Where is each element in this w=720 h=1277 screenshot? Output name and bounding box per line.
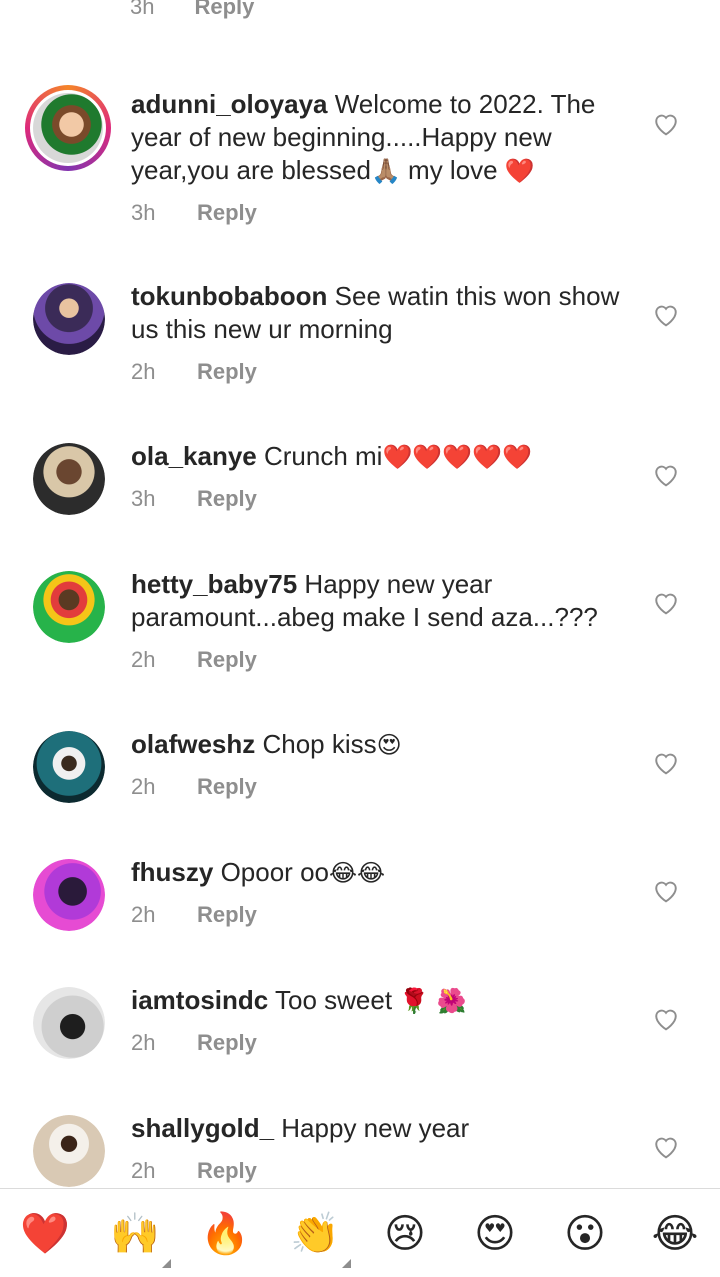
comment-username[interactable]: iamtosindc bbox=[131, 985, 268, 1015]
like-heart-icon[interactable] bbox=[653, 1007, 679, 1031]
comment-meta: 3h Reply bbox=[131, 486, 257, 512]
reply-button[interactable]: Reply bbox=[197, 774, 257, 800]
avatar[interactable] bbox=[33, 443, 105, 515]
like-heart-icon[interactable] bbox=[653, 463, 679, 487]
reply-button[interactable]: Reply bbox=[197, 1030, 257, 1056]
quick-reaction-bar: ❤️ 🙌 🔥 👏 😢 😍 😮 😂 bbox=[0, 1188, 720, 1277]
reply-button[interactable]: Reply bbox=[197, 647, 257, 673]
avatar[interactable] bbox=[33, 571, 105, 643]
flower-emoji: 🌹 🌺 bbox=[399, 987, 467, 1015]
comment-text: hetty_baby75 Happy new year paramount...… bbox=[131, 568, 631, 634]
comment-time: 3h bbox=[131, 486, 156, 511]
comment-time: 2h bbox=[131, 1030, 156, 1055]
avatar[interactable] bbox=[33, 1115, 105, 1187]
like-heart-icon[interactable] bbox=[653, 591, 679, 615]
comment-username[interactable]: hetty_baby75 bbox=[131, 569, 297, 599]
comment-text: shallygold_ Happy new year bbox=[131, 1112, 631, 1145]
skin-tone-indicator-icon bbox=[162, 1259, 171, 1268]
comment-text: adunni_oloyaya Welcome to 2022. The year… bbox=[131, 88, 631, 188]
comment-meta: 2h Reply bbox=[131, 647, 257, 673]
comment-time: 2h bbox=[131, 902, 156, 927]
comment-text: iamtosindc Too sweet 🌹 🌺 bbox=[131, 984, 631, 1018]
reaction-clapping-button[interactable]: 👏 bbox=[285, 1209, 345, 1259]
avatar[interactable] bbox=[33, 987, 105, 1059]
comment-username[interactable]: tokunbobaboon bbox=[131, 281, 327, 311]
comment-meta: 2h Reply bbox=[131, 774, 257, 800]
like-heart-icon[interactable] bbox=[653, 751, 679, 775]
comment-time: 2h bbox=[131, 647, 156, 672]
reply-button[interactable]: Reply bbox=[197, 200, 257, 226]
avatar[interactable] bbox=[33, 859, 105, 931]
previous-comment-meta: 3h Reply bbox=[0, 0, 720, 36]
like-heart-icon[interactable] bbox=[653, 1135, 679, 1159]
comment-text: olafweshz Chop kiss😍 bbox=[131, 728, 631, 762]
comment-body: Happy new year bbox=[281, 1113, 470, 1143]
heart-eyes-emoji: 😍 bbox=[376, 731, 402, 759]
comment-body-2: my love bbox=[400, 155, 505, 185]
comment-body: Crunch mi bbox=[263, 441, 383, 471]
comment-time: 3h bbox=[130, 0, 155, 19]
heart-emoji: ❤️ bbox=[504, 157, 535, 185]
comment-time: 2h bbox=[131, 359, 156, 384]
reaction-heart-eyes-button[interactable]: 😍 bbox=[465, 1209, 525, 1259]
reaction-fire-button[interactable]: 🔥 bbox=[195, 1209, 255, 1259]
reply-button[interactable]: Reply bbox=[197, 902, 257, 928]
comment-body: Opoor oo bbox=[220, 857, 329, 887]
comment-username[interactable]: fhuszy bbox=[131, 857, 213, 887]
reply-button[interactable]: Reply bbox=[197, 486, 257, 512]
avatar[interactable] bbox=[25, 85, 111, 171]
hearts-emoji: ❤️❤️❤️❤️❤️ bbox=[382, 443, 532, 471]
comment-username[interactable]: shallygold_ bbox=[131, 1113, 274, 1143]
reaction-crying-button[interactable]: 😢 bbox=[375, 1209, 435, 1259]
comment-username[interactable]: ola_kanye bbox=[131, 441, 257, 471]
avatar[interactable] bbox=[33, 283, 105, 355]
comment-time: 2h bbox=[131, 1158, 156, 1183]
comment-text: ola_kanye Crunch mi❤️❤️❤️❤️❤️ bbox=[131, 440, 631, 474]
laughing-emoji: 😂😂 bbox=[328, 859, 386, 887]
comment-time: 3h bbox=[131, 200, 156, 225]
reply-button[interactable]: Reply bbox=[194, 0, 254, 20]
like-heart-icon[interactable] bbox=[653, 112, 679, 136]
avatar[interactable] bbox=[33, 731, 105, 803]
reaction-heart-button[interactable]: ❤️ bbox=[15, 1209, 75, 1259]
comment-meta: 3h Reply bbox=[131, 200, 257, 226]
like-heart-icon[interactable] bbox=[653, 879, 679, 903]
comment-body: Chop kiss bbox=[262, 729, 377, 759]
comment-time: 2h bbox=[131, 774, 156, 799]
reply-button[interactable]: Reply bbox=[197, 359, 257, 385]
comment-meta: 2h Reply bbox=[131, 359, 257, 385]
comment-text: fhuszy Opoor oo😂😂 bbox=[131, 856, 631, 890]
comment-username[interactable]: olafweshz bbox=[131, 729, 255, 759]
reply-button[interactable]: Reply bbox=[197, 1158, 257, 1184]
reaction-surprised-button[interactable]: 😮 bbox=[555, 1209, 615, 1259]
comment-text: tokunbobaboon See watin this won show us… bbox=[131, 280, 631, 346]
comment-meta: 2h Reply bbox=[131, 1158, 257, 1184]
reaction-laughing-button[interactable]: 😂 bbox=[645, 1209, 705, 1259]
comment-meta: 2h Reply bbox=[131, 1030, 257, 1056]
comment-body: Too sweet bbox=[275, 985, 393, 1015]
comment-meta: 2h Reply bbox=[131, 902, 257, 928]
like-heart-icon[interactable] bbox=[653, 303, 679, 327]
praying-hands-emoji: 🙏🏽 bbox=[370, 157, 401, 185]
comment-username[interactable]: adunni_oloyaya bbox=[131, 89, 328, 119]
reaction-raised-hands-button[interactable]: 🙌 bbox=[105, 1209, 165, 1259]
skin-tone-indicator-icon bbox=[342, 1259, 351, 1268]
